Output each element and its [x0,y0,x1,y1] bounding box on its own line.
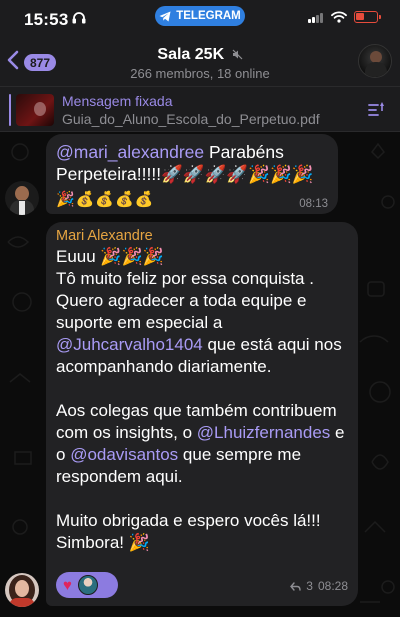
reply-count[interactable]: 3 [306,579,313,593]
pinned-indicator-bar [9,94,11,126]
chat-header: 877 Sala 25K 266 membros, 18 online [0,34,400,86]
message-2-line-1: Euuu 🎉🎉🎉 [56,247,164,266]
mention-link[interactable]: @odavisantos [70,445,178,464]
chat-title-text: Sala 25K [157,46,225,63]
wifi-icon [331,11,347,23]
pinned-list-icon[interactable] [366,100,386,120]
reaction-chip[interactable]: ♥ [56,572,118,598]
message-1-emojis-b: 🎉💰💰💰💰 [56,191,155,208]
reply-arrow-icon [290,581,301,591]
cellular-signal-icon [308,12,324,23]
message-2-meta: 3 08:28 [290,579,348,593]
headphones-icon [72,12,86,24]
message-1-time: 08:13 [299,198,328,210]
heart-icon: ♥ [63,576,72,594]
mention-link[interactable]: @mari_alexandree [56,142,204,162]
chat-subtitle: 266 membros, 18 online [130,66,270,81]
battery-low-icon [354,11,381,23]
pinned-thumbnail [16,94,54,126]
mention-link[interactable]: @Lhuizfernandes [197,423,331,442]
pinned-message-bar[interactable]: Mensagem fixada Guia_do_Aluno_Escola_do_… [0,86,400,132]
telegram-icon [159,11,171,21]
sender-avatar-1[interactable] [5,181,39,215]
message-1-text: @mari_alexandree Parabéns Perpeteira!!!!… [56,141,336,185]
pinned-file-name: Guia_do_Aluno_Escola_do_Perpetuo.pdf [62,111,320,127]
chat-area[interactable]: @mari_alexandree Parabéns Perpeteira!!!!… [0,132,400,617]
message-bubble-2[interactable]: Mari Alexandre Euuu 🎉🎉🎉 Tô muito feliz p… [46,222,358,606]
status-time: 15:53 [24,10,69,29]
chat-title[interactable]: Sala 25K [0,46,400,64]
return-to-app-pill[interactable]: TELEGRAM [155,6,245,26]
message-2-time: 08:28 [317,579,348,593]
message-bubble-1[interactable]: @mari_alexandree Parabéns Perpeteira!!!!… [46,134,338,214]
message-2-paragraph-2: Aos colegas que também contribuem com os… [56,400,354,488]
message-2-paragraph-1: Tô muito feliz por essa conquista . Quer… [56,268,354,378]
muted-icon [232,49,243,60]
app-pill-label: TELEGRAM [176,10,241,22]
group-avatar[interactable] [358,44,392,78]
message-1-emojis-a: 🚀🚀🚀🚀🎉🎉🎉 [161,164,314,184]
reactor-avatar [77,575,98,595]
message-2-paragraph-3: Muito obrigada e espero vocês lá!!! Simb… [56,511,321,552]
message-2-text: Euuu 🎉🎉🎉 Tô muito feliz por essa conquis… [56,246,354,554]
message-2-sender[interactable]: Mari Alexandre [56,228,153,244]
sender-avatar-2[interactable] [5,573,39,607]
pinned-title: Mensagem fixada [62,93,173,109]
message-2-text-a: Tô muito feliz por essa conquista . Quer… [56,269,314,332]
status-indicators [308,11,381,23]
mention-link[interactable]: @Juhcarvalho1404 [56,335,203,354]
status-bar: 15:53 TELEGRAM [0,0,400,34]
